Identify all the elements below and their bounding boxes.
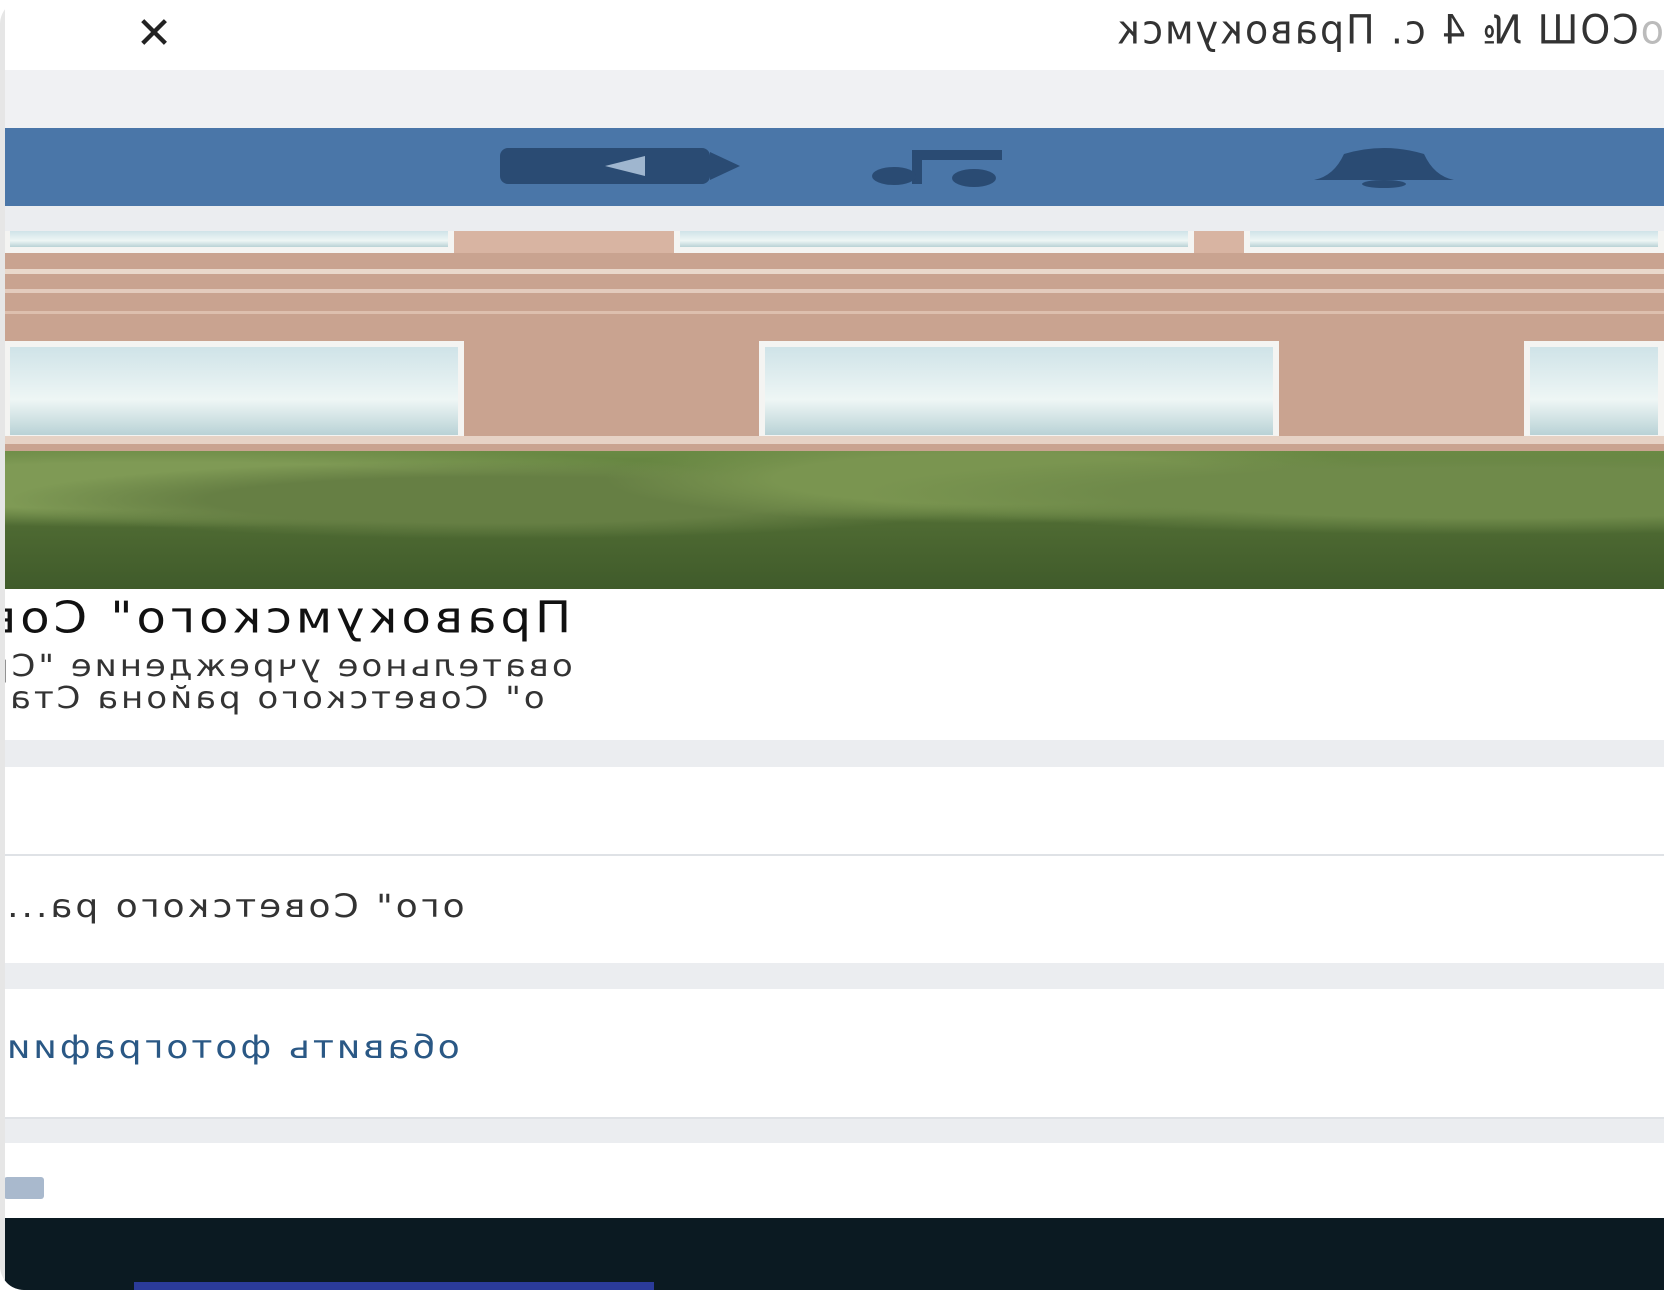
add-photos-link[interactable]: обавить фотографии	[4, 1029, 460, 1066]
notifications-button[interactable]	[1304, 146, 1464, 188]
close-button[interactable]: ✕	[109, 7, 199, 59]
mobile-window: оСОШ № 4 с. Правокумск ✕ Правокумского" …	[0, 0, 1664, 1290]
titlebar: оСОШ № 4 с. Правокумск ✕	[0, 0, 1664, 70]
info-text: ого" Советского ра...	[4, 888, 465, 925]
music-icon	[872, 150, 1002, 187]
group-cover-photo[interactable]	[4, 231, 1664, 589]
add-photos-row[interactable]: обавить фотографии	[4, 989, 1664, 1117]
bell-icon	[1314, 148, 1454, 188]
window-title: оСОШ № 4 с. Правокумск	[1115, 6, 1664, 54]
section-separator	[0, 740, 1664, 767]
close-icon: ✕	[135, 7, 173, 59]
bottom-row	[4, 1143, 1664, 1218]
page: оСОШ № 4 с. Правокумск ✕ Правокумского" …	[0, 0, 1664, 1290]
address-strip	[0, 70, 1664, 128]
group-description-line-1: овательное учреждение "Ср	[0, 648, 573, 684]
video-button[interactable]	[490, 146, 740, 188]
navbar-gap	[0, 206, 1664, 231]
scroll-indicator[interactable]	[4, 1177, 44, 1199]
section-separator	[0, 963, 1664, 989]
info-row[interactable]: ого" Советского ра...	[4, 856, 1664, 963]
section-separator	[0, 1119, 1664, 1143]
empty-row	[4, 767, 1664, 854]
video-icon	[500, 148, 740, 184]
group-name: Правокумского" Сов	[0, 592, 572, 644]
bottom-bar	[4, 1218, 1664, 1290]
music-button[interactable]	[864, 146, 1014, 188]
top-navbar	[4, 128, 1664, 206]
group-description-line-2: о" Советского района Став	[0, 680, 545, 716]
